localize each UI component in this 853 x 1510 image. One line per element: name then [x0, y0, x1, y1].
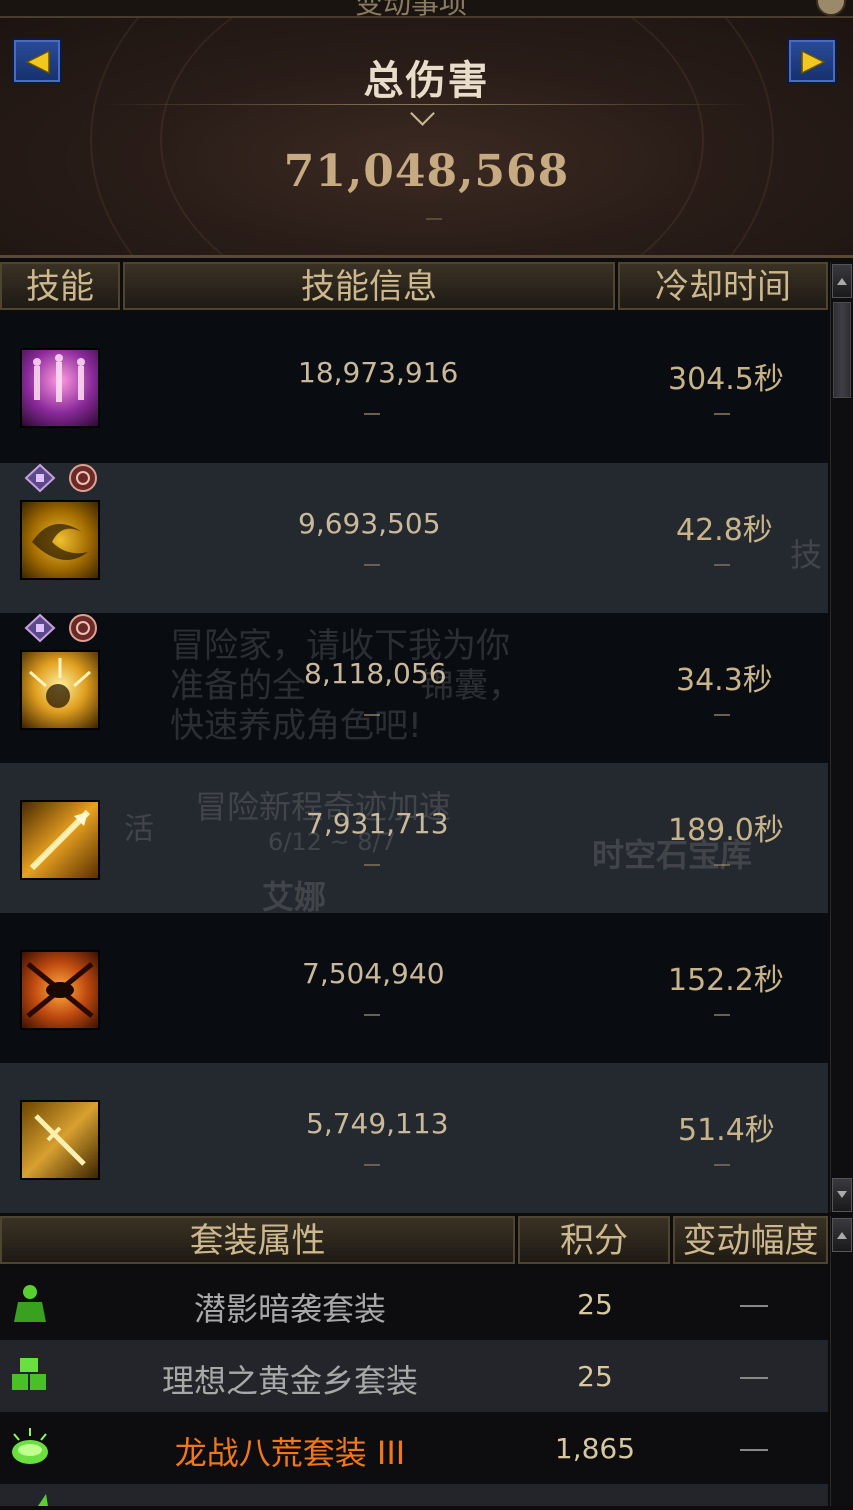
set-row[interactable]: 龙战八荒套装 III 1,865	[0, 1412, 828, 1484]
background-overlay-text: 冒险新程奇迹加速	[195, 788, 452, 826]
skill-damage: 7,504,940	[302, 957, 445, 990]
background-overlay-text: 时空石宝库	[592, 836, 753, 874]
column-header-skill-info[interactable]: 技能信息	[123, 262, 615, 310]
skill-cooldown: 34.3秒	[676, 663, 773, 698]
background-overlay-text: 活	[124, 812, 154, 847]
set-row-partial[interactable]	[0, 1484, 828, 1506]
skill-damage-change	[364, 413, 380, 415]
panel-title: 总伤害	[363, 58, 490, 104]
scroll-thumb[interactable]	[833, 302, 851, 398]
background-overlay-text: 技	[790, 536, 823, 574]
skill-row[interactable]: 5,749,113 51.4秒	[0, 1063, 828, 1213]
set-change	[740, 1377, 768, 1379]
skill-scrollbar[interactable]	[830, 262, 853, 1212]
set-score: 25	[577, 1288, 613, 1321]
total-damage-change	[426, 218, 442, 220]
column-header-cooldown[interactable]: 冷却时间	[618, 262, 828, 310]
skill-badges	[24, 463, 105, 495]
golden-burst-skill-icon[interactable]	[20, 650, 100, 730]
skill-damage: 5,749,113	[306, 1107, 449, 1140]
scroll-up-button[interactable]	[832, 264, 852, 298]
skill-badges	[24, 613, 105, 645]
skill-damage: 18,973,916	[298, 356, 459, 389]
golden-sword-skill-icon[interactable]	[20, 1100, 100, 1180]
set-scroll-up-button[interactable]	[832, 1218, 852, 1252]
green-glow-icon	[8, 1426, 52, 1474]
set-change	[740, 1305, 768, 1307]
skill-cooldown: 304.5秒	[668, 362, 784, 397]
set-name: 龙战八荒套装 III	[174, 1434, 406, 1472]
background-overlay-text: 6/12 ~ 8/7	[268, 828, 396, 856]
green-set-icon	[8, 1490, 52, 1510]
diamond-badge-icon	[24, 613, 56, 647]
green-person-icon	[8, 1282, 52, 1330]
background-overlay-text: 锦囊，	[420, 666, 522, 706]
arrow-up-icon	[837, 1232, 847, 1239]
golden-swirl-skill-icon[interactable]	[20, 500, 100, 580]
dancers-skill-icon[interactable]	[20, 348, 100, 428]
background-overlay-text: 快速养成角色吧!	[170, 706, 422, 746]
skill-cooldown-change	[714, 1164, 730, 1166]
skill-cooldown-change	[714, 564, 730, 566]
skill-row[interactable]: 7,504,940 152.2秒	[0, 913, 828, 1063]
golden-spear-skill-icon[interactable]	[20, 800, 100, 880]
scroll-down-button[interactable]	[832, 1178, 852, 1212]
arrow-up-icon	[837, 278, 847, 285]
skill-damage-change	[364, 1164, 380, 1166]
column-header-score[interactable]: 积分	[518, 1216, 670, 1264]
diamond-badge-icon	[24, 463, 56, 497]
set-name: 理想之黄金乡套装	[161, 1362, 418, 1400]
background-overlay-text: 艾娜	[262, 878, 327, 916]
total-damage-value: 71,048,568	[283, 146, 570, 197]
skill-cooldown-change	[714, 1014, 730, 1016]
skill-cooldown-change	[714, 413, 730, 415]
skill-damage-change	[364, 1014, 380, 1016]
total-damage-panel: 总伤害 71,048,568	[0, 16, 853, 258]
set-score: 25	[577, 1360, 613, 1393]
skill-row[interactable]: 9,693,505 42.8秒	[0, 463, 828, 613]
green-blocks-icon	[8, 1352, 52, 1400]
top-strip-title: 变动事项	[355, 0, 467, 16]
swirl-badge-icon	[67, 463, 99, 497]
set-change	[740, 1449, 768, 1451]
column-header-set[interactable]: 套装属性	[0, 1216, 515, 1264]
skill-damage-change	[364, 864, 380, 866]
set-row[interactable]: 理想之黄金乡套装 25	[0, 1340, 828, 1412]
column-header-skill[interactable]: 技能	[0, 262, 120, 310]
skill-row[interactable]: 18,973,916 304.5秒	[0, 312, 828, 462]
swirl-badge-icon	[67, 613, 99, 647]
orange-explosion-skill-icon[interactable]	[20, 950, 100, 1030]
column-header-change[interactable]: 变动幅度	[673, 1216, 828, 1264]
set-name: 潜影暗袭套装	[193, 1290, 386, 1328]
top-strip: 变动事项	[0, 0, 853, 16]
skill-cooldown: 51.4秒	[678, 1113, 775, 1148]
set-scrollbar[interactable]	[830, 1216, 853, 1506]
set-score: 1,865	[554, 1432, 636, 1465]
arrow-down-icon	[837, 1191, 847, 1198]
skill-damage: 9,693,505	[298, 507, 441, 540]
skill-damage-change	[364, 564, 380, 566]
skill-cooldown: 152.2秒	[668, 963, 784, 998]
set-row[interactable]: 潜影暗袭套装 25	[0, 1268, 828, 1340]
skill-cooldown: 42.8秒	[676, 513, 773, 548]
close-icon[interactable]	[816, 0, 846, 16]
skill-cooldown-change	[714, 714, 730, 716]
